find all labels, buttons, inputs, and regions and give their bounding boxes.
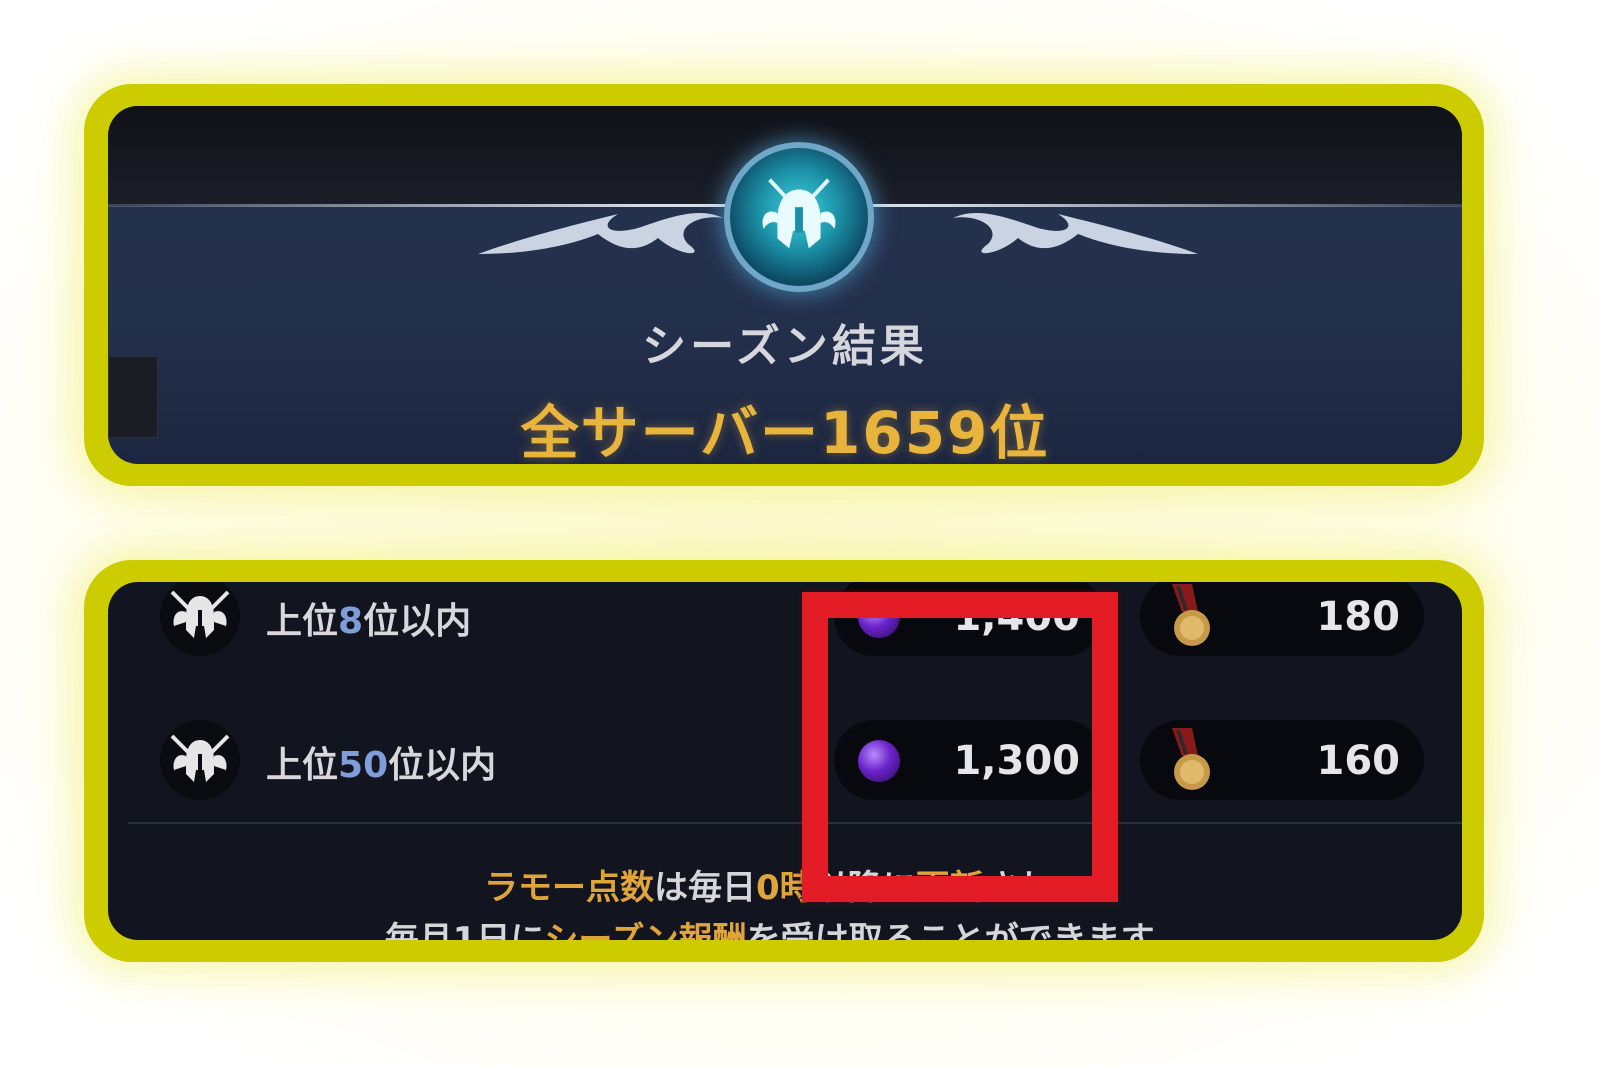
spartan-helmet-crossed-swords-icon [762,178,836,249]
rank-number: 50 [338,745,389,786]
notice-line-2: 毎月1日にシーズン報酬を受け取ることができます。 [108,912,1462,940]
rank-number: 8 [338,601,364,642]
season-result-title: シーズン結果 [642,321,928,372]
rank-suffix: 位以内 [363,601,472,642]
medal-reward-value: 160 [1316,738,1401,784]
section-divider [128,822,1462,824]
spartan-helmet-icon [170,590,230,638]
notice-text: は毎日 [653,868,756,908]
bronze-medal-icon [1172,584,1210,646]
rank-prefix: 上位 [266,745,339,786]
server-rank: 全サーバー1659位 [520,399,1050,464]
row-emblem [160,720,240,800]
medal-reward-pill: 180 [1140,582,1424,656]
reward-row: 上位8位以内 1,400 180 [108,582,1462,656]
rank-range-label: 上位8位以内 [266,592,471,644]
rank-range-label: 上位50位以内 [266,736,496,788]
rank-prefix: 上位 [266,601,339,642]
bronze-medal-icon [1172,728,1210,790]
row-emblem [160,582,240,656]
rank-suffix: 位以内 [388,745,497,786]
season-result-frame: シーズン結果 全サーバー1659位 [84,84,1484,486]
season-emblem [724,142,874,292]
medal-reward-pill: 160 [1140,720,1424,800]
notice-text: 毎月1日に [384,920,545,940]
notice-text: を受け取ることができます。 [746,920,1186,940]
medal-reward-value: 180 [1316,594,1401,640]
annotation-highlight-box [802,592,1118,902]
spartan-helmet-icon [170,734,230,782]
rewards-panel: 上位8位以内 1,400 180 上位50位以内 1,300 160 ラモー点数… [108,582,1462,940]
notice-highlight: シーズン報酬 [544,920,747,940]
notice-line-1: ラモー点数は毎日0時以降に更新され、 [108,860,1462,909]
season-result-panel: シーズン結果 全サーバー1659位 [108,106,1462,464]
reward-row: 上位50位以内 1,300 160 [108,710,1462,800]
rewards-frame: 上位8位以内 1,400 180 上位50位以内 1,300 160 ラモー点数… [84,560,1484,962]
notice-highlight: ラモー点数 [483,868,654,908]
